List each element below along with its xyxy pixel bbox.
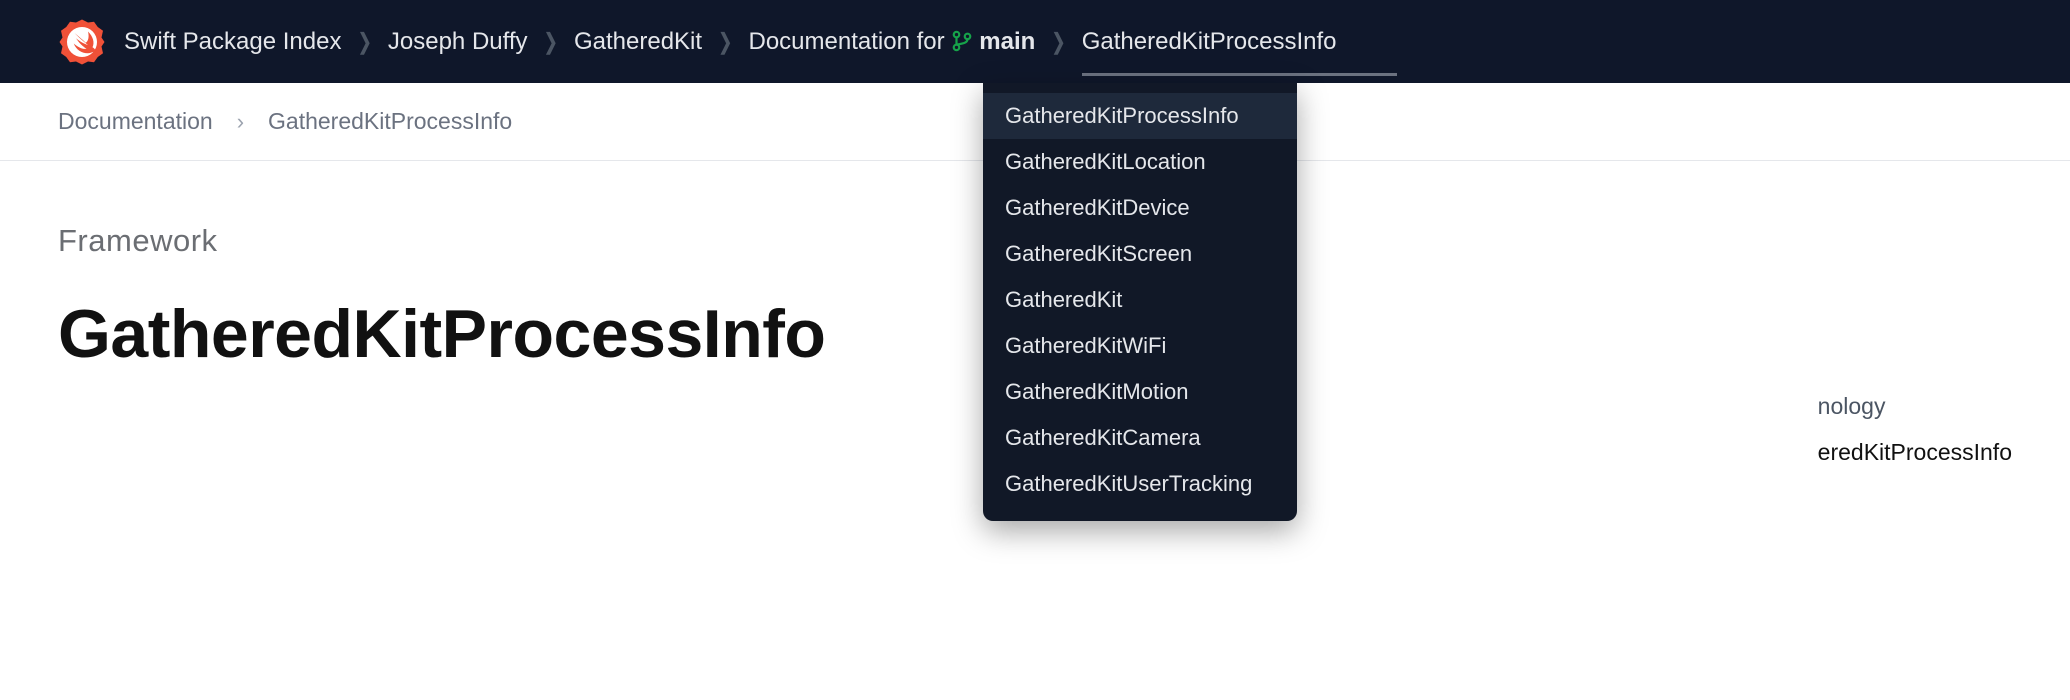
nav-link-repo[interactable]: GatheredKit [574, 28, 702, 56]
sidebar-metadata: nology eredKitProcessInfo [1818, 390, 2012, 468]
nav-breadcrumb: Swift Package Index ❭ Joseph Duffy ❭ Gat… [124, 28, 1337, 56]
swift-logo-icon [58, 18, 106, 66]
docs-for-prefix: Documentation for [748, 28, 944, 55]
nav-branch-name: main [979, 28, 1035, 55]
dropdown-item[interactable]: GatheredKitProcessInfo [983, 93, 1297, 139]
dropdown-item[interactable]: GatheredKitCamera [983, 415, 1297, 461]
sidebar-value-fragment: eredKitProcessInfo [1818, 436, 2012, 468]
chevron-right-icon: ❭ [355, 29, 373, 55]
dropdown-item[interactable]: GatheredKit [983, 277, 1297, 323]
nav-link-owner[interactable]: Joseph Duffy [388, 28, 528, 56]
breadcrumb-current: GatheredKitProcessInfo [268, 108, 512, 135]
dropdown-item[interactable]: GatheredKitScreen [983, 231, 1297, 277]
chevron-right-icon: ❭ [1049, 29, 1067, 55]
top-nav: Swift Package Index ❭ Joseph Duffy ❭ Gat… [0, 0, 2070, 83]
git-branch-icon [951, 30, 973, 52]
sidebar-label-fragment: nology [1818, 390, 2012, 422]
nav-current-module-dropdown-trigger[interactable]: GatheredKitProcessInfo [1082, 28, 1337, 56]
dropdown-item[interactable]: GatheredKitUserTracking [983, 461, 1297, 507]
chevron-right-icon: ❭ [542, 29, 560, 55]
chevron-right-icon: › [237, 109, 244, 135]
nav-current-underline [1082, 73, 1397, 76]
nav-current-module-label: GatheredKitProcessInfo [1082, 28, 1337, 55]
module-dropdown-menu: GatheredKitProcessInfoGatheredKitLocatio… [983, 83, 1297, 521]
breadcrumb-root-link[interactable]: Documentation [58, 108, 213, 135]
dropdown-item[interactable]: GatheredKitMotion [983, 369, 1297, 415]
dropdown-item[interactable]: GatheredKitLocation [983, 139, 1297, 185]
dropdown-item[interactable]: GatheredKitWiFi [983, 323, 1297, 369]
nav-link-docs-for[interactable]: Documentation for main [748, 28, 1035, 56]
dropdown-item[interactable]: GatheredKitDevice [983, 185, 1297, 231]
nav-link-brand[interactable]: Swift Package Index [124, 28, 341, 56]
chevron-right-icon: ❭ [716, 29, 734, 55]
